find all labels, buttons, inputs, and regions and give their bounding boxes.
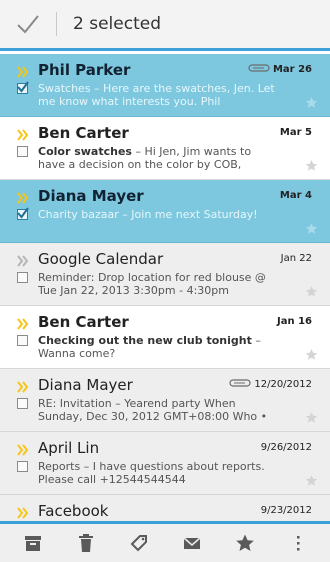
email-row[interactable]: Facebook 9/23/2012 xyxy=(0,495,330,522)
star-toggle-icon[interactable] xyxy=(305,94,318,108)
selected-count: 2 selected xyxy=(73,14,161,34)
select-checkbox[interactable] xyxy=(17,272,28,283)
mark-unread-icon xyxy=(183,537,200,549)
select-checkbox[interactable] xyxy=(17,146,28,157)
sender-name: Ben Carter xyxy=(38,313,129,331)
star-toggle-icon[interactable] xyxy=(305,346,318,360)
star-toggle-icon[interactable] xyxy=(305,283,318,297)
email-snippet: Reports – I have questions about reports… xyxy=(38,460,276,488)
sender-name: Phil Parker xyxy=(38,61,131,79)
date-text: Jan 22 xyxy=(280,253,312,264)
date-text: 9/23/2012 xyxy=(260,505,312,516)
snippet-text: Charity bazaar – Join me next Saturday! xyxy=(38,208,258,221)
email-row[interactable]: Phil Parker Mar 26 Swatches – Here are the… xyxy=(0,54,330,117)
checkmark-icon xyxy=(17,15,39,34)
importance-marker-icon[interactable] xyxy=(16,442,30,456)
bottom-action-bar xyxy=(0,521,330,562)
snippet-text: Swatches – Here are the swatches, Jen. L… xyxy=(38,82,275,108)
email-date: 9/23/2012 xyxy=(261,505,312,516)
snippet-text: RE: Invitation – Yearend party When Sund… xyxy=(38,397,268,423)
star-toggle-icon[interactable] xyxy=(305,472,318,486)
star-toggle-icon[interactable] xyxy=(305,220,318,234)
importance-marker-icon[interactable] xyxy=(16,127,30,141)
email-snippet: RE: Invitation – Yearend party When Sund… xyxy=(38,397,276,425)
email-row[interactable]: Ben Carter Jan 16 Checking out the new clu… xyxy=(0,306,330,369)
label-icon xyxy=(130,535,147,552)
email-date: 9/26/2012 xyxy=(261,442,312,453)
email-date: Mar 4 xyxy=(280,190,312,201)
sender-name: Facebook xyxy=(38,502,109,520)
email-row[interactable]: April Lin 9/26/2012 Reports – I have quest… xyxy=(0,432,330,495)
select-checkbox[interactable] xyxy=(17,81,29,94)
star-toggle-icon[interactable] xyxy=(305,409,318,423)
date-text: Mar 5 xyxy=(279,127,312,138)
importance-marker-icon[interactable] xyxy=(16,253,30,267)
email-row[interactable]: Google Calendar Jan 22 Reminder: Drop loca… xyxy=(0,243,330,306)
email-snippet: Charity bazaar – Join me next Saturday! xyxy=(38,208,276,236)
mark-unread-button[interactable] xyxy=(179,530,205,556)
email-snippet: Swatches – Here are the swatches, Jen. L… xyxy=(38,82,276,110)
email-date: 12/20/2012 xyxy=(229,379,312,390)
date-text: 9/26/2012 xyxy=(260,442,312,453)
delete-button[interactable] xyxy=(73,530,99,556)
sender-name: Diana Mayer xyxy=(38,376,133,394)
date-text: 12/20/2012 xyxy=(254,379,312,390)
attachment-icon xyxy=(248,64,270,75)
email-row[interactable]: Ben Carter Mar 5 Color swatches – Hi Jen, … xyxy=(0,117,330,180)
email-date: Mar 26 xyxy=(248,64,312,75)
archive-icon xyxy=(24,536,41,551)
done-button[interactable] xyxy=(0,0,56,48)
select-checkbox[interactable] xyxy=(17,461,28,472)
email-snippet: Color swatches – Hi Jen, Jim wants to ha… xyxy=(38,145,276,173)
select-checkbox[interactable] xyxy=(17,207,29,220)
overflow-menu-button[interactable] xyxy=(285,530,311,556)
importance-marker-icon[interactable] xyxy=(16,379,30,393)
star-button[interactable] xyxy=(232,530,258,556)
email-subject: Color swatches xyxy=(38,145,132,158)
label-button[interactable] xyxy=(126,530,152,556)
star-toggle-icon[interactable] xyxy=(305,157,318,171)
action-bar: 2 selected xyxy=(0,0,330,51)
sender-name: Google Calendar xyxy=(38,250,164,268)
email-snippet: Reminder: Drop location for red blouse @… xyxy=(38,271,276,299)
check-icon xyxy=(17,207,29,219)
email-date: Mar 5 xyxy=(280,127,312,138)
email-date: Jan 22 xyxy=(281,253,312,264)
email-row[interactable]: Diana Mayer 12/20/2012 RE: Invitation – Ye… xyxy=(0,369,330,432)
email-row[interactable]: Diana Mayer Mar 4 Charity bazaar – Join me… xyxy=(0,180,330,243)
date-text: Mar 4 xyxy=(279,190,312,201)
overflow-menu-icon xyxy=(296,536,299,551)
email-list[interactable]: Phil Parker Mar 26 Swatches – Here are the… xyxy=(0,54,330,522)
gmail-app: 2 selected Phil Parker Mar 26 Swatches – H… xyxy=(0,0,330,562)
snippet-text: Reports – I have questions about reports… xyxy=(38,460,265,486)
snippet-text: Reminder: Drop location for red blouse @… xyxy=(38,271,266,297)
email-snippet: Checking out the new club tonight – Wann… xyxy=(38,334,276,362)
archive-button[interactable] xyxy=(20,530,46,556)
email-subject: Checking out the new club tonight xyxy=(38,334,252,347)
sender-name: Ben Carter xyxy=(38,124,129,142)
importance-marker-icon[interactable] xyxy=(16,505,30,519)
date-text: Mar 26 xyxy=(272,64,312,75)
importance-marker-icon[interactable] xyxy=(16,190,30,204)
date-text: Jan 16 xyxy=(277,316,312,327)
importance-marker-icon[interactable] xyxy=(16,316,30,330)
check-icon xyxy=(17,81,29,93)
sender-name: April Lin xyxy=(38,439,100,457)
email-date: Jan 16 xyxy=(277,316,312,327)
attachment-icon xyxy=(229,379,251,390)
select-checkbox[interactable] xyxy=(17,398,28,409)
sender-name: Diana Mayer xyxy=(38,187,144,205)
star-icon xyxy=(235,534,254,551)
delete-icon xyxy=(78,534,93,552)
importance-marker-icon[interactable] xyxy=(16,64,30,78)
select-checkbox[interactable] xyxy=(17,335,28,346)
